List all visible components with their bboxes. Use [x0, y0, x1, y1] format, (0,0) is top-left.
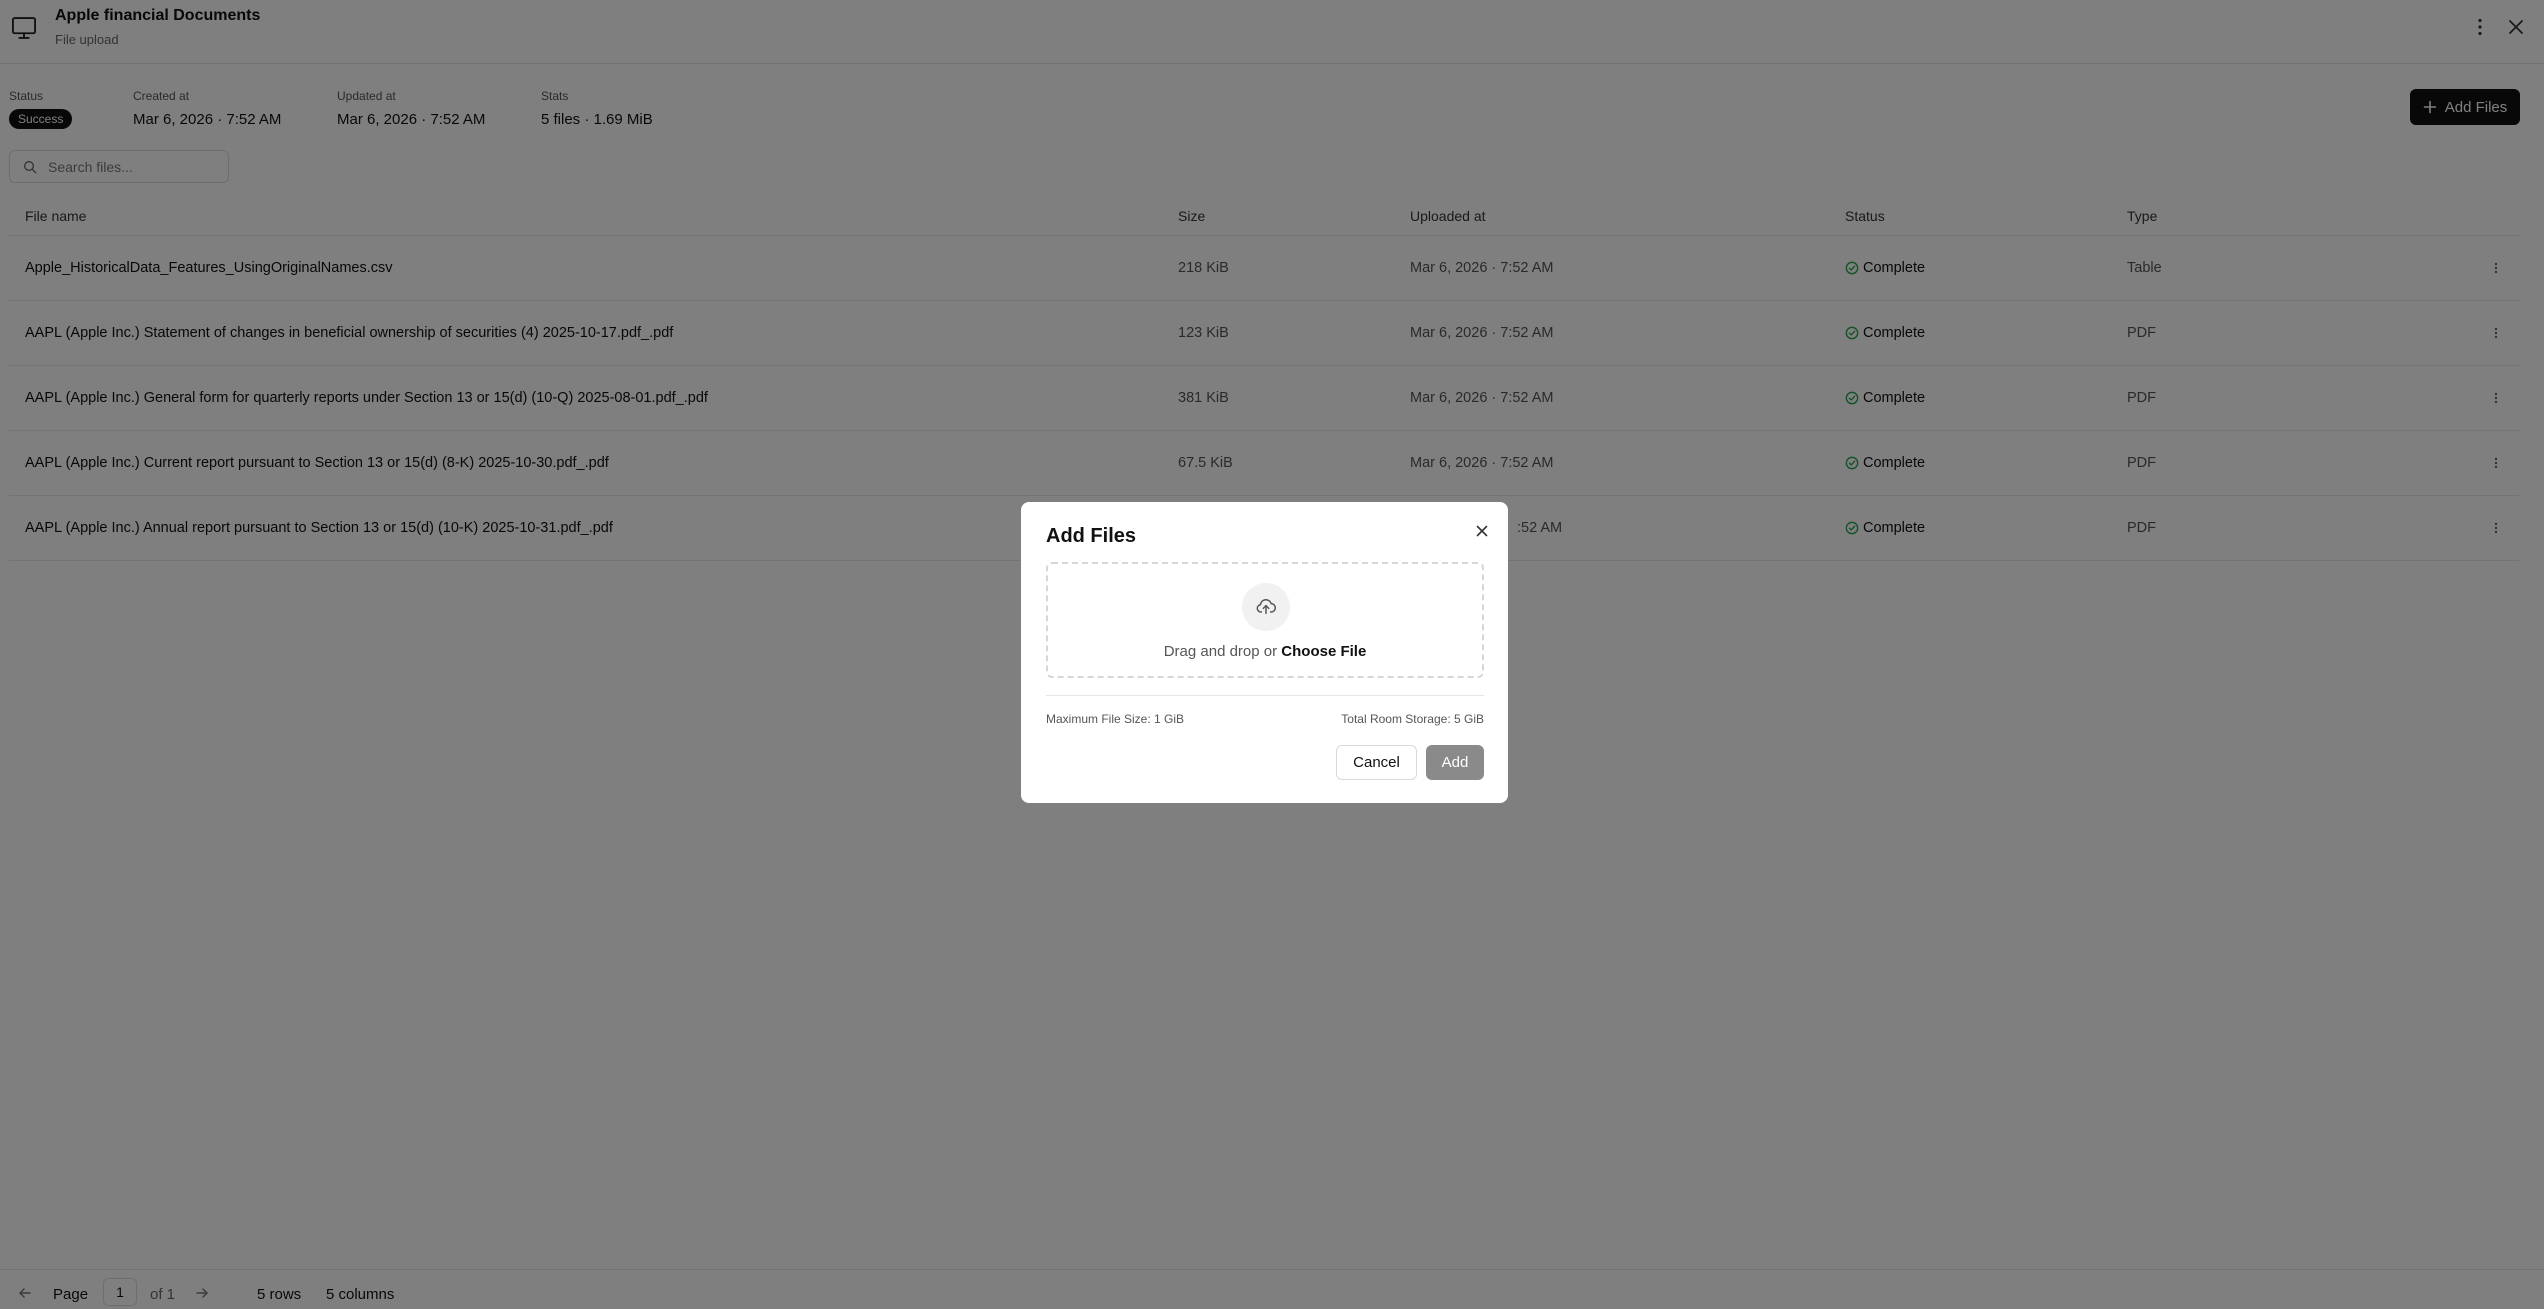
- app-window: Apple financial Documents File upload St…: [0, 0, 2544, 1309]
- file-dropzone[interactable]: Drag and drop or Choose File: [1046, 562, 1484, 678]
- add-files-dialog: Add Files Drag and drop or Choose File M…: [1021, 502, 1508, 803]
- drag-drop-text: Drag and drop or: [1163, 643, 1278, 660]
- dropzone-text: Drag and drop or Choose File: [1048, 643, 1482, 660]
- max-file-size: Maximum File Size: 1 GiB: [1046, 712, 1185, 726]
- close-icon[interactable]: [1473, 522, 1491, 540]
- total-room-storage: Total Room Storage: 5 GiB: [1341, 712, 1484, 726]
- cancel-button[interactable]: Cancel: [1336, 745, 1417, 780]
- add-button[interactable]: Add: [1426, 745, 1484, 780]
- dialog-title: Add Files: [1046, 525, 1137, 547]
- cloud-upload-icon: [1256, 599, 1277, 615]
- upload-icon-wrapper: [1242, 583, 1290, 631]
- choose-file-link[interactable]: Choose File: [1281, 643, 1366, 660]
- divider: [1046, 695, 1484, 696]
- modal-overlay[interactable]: Add Files Drag and drop or Choose File M…: [0, 0, 2544, 1309]
